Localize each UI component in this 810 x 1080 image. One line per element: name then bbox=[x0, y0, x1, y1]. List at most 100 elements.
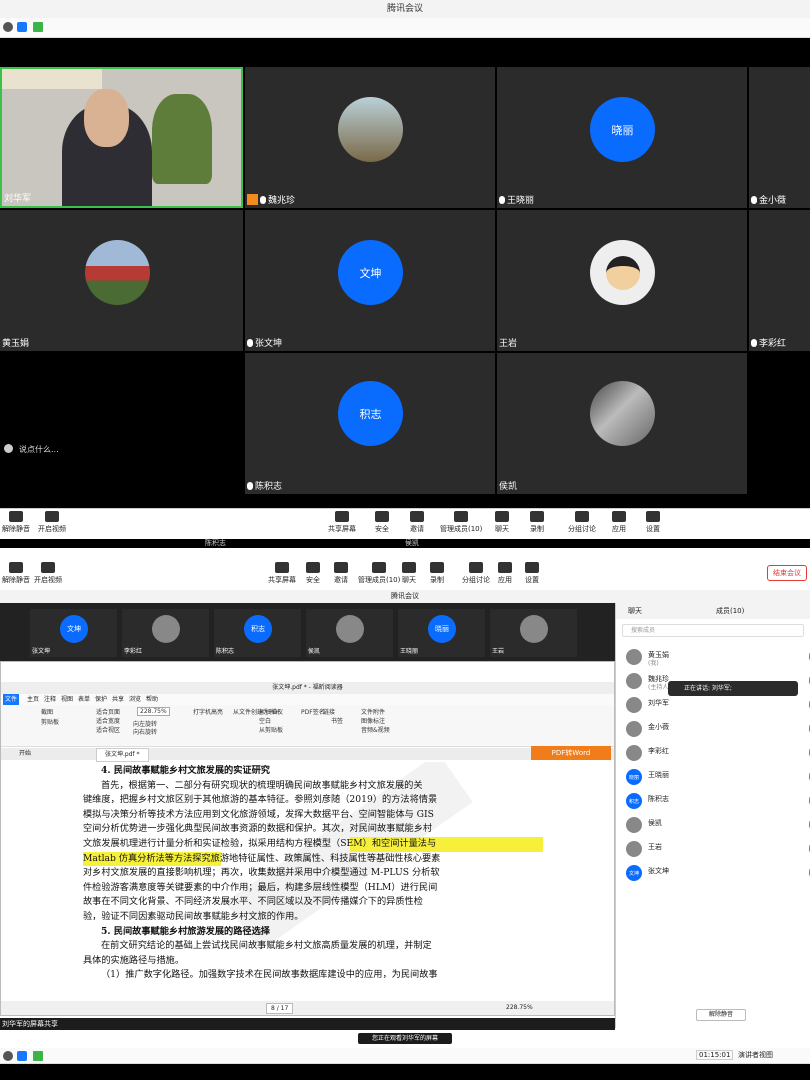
share-screen-button[interactable]: 共享屏幕 bbox=[328, 511, 356, 534]
ribbon-button[interactable]: PDF签名 bbox=[301, 707, 325, 716]
security-button[interactable]: 安全 bbox=[306, 562, 320, 585]
apps-button[interactable]: 应用 bbox=[612, 511, 626, 534]
pdf-menu-tab[interactable]: 注释 bbox=[44, 694, 56, 705]
manage-members-button[interactable]: 管理成员(10) bbox=[440, 511, 482, 534]
smile-icon[interactable] bbox=[4, 444, 13, 453]
member-item[interactable]: 文坤 张文坤 bbox=[626, 863, 810, 883]
member-item[interactable]: 侯凯 bbox=[626, 815, 810, 835]
ribbon-button[interactable]: 音频&视频 bbox=[361, 725, 390, 734]
avatar bbox=[626, 721, 642, 737]
share-screen-button[interactable]: 共享屏幕 bbox=[268, 562, 296, 585]
view-switch[interactable]: 演讲者视图 bbox=[738, 1050, 773, 1060]
unmute-button[interactable]: 解除静音 bbox=[2, 562, 30, 585]
member-item[interactable]: 黄玉娟 (我) bbox=[626, 647, 810, 667]
record-button[interactable]: 录制 bbox=[530, 511, 544, 534]
pdf-menu-tab[interactable]: 视图 bbox=[61, 694, 73, 705]
member-search[interactable]: 搜索成员 bbox=[622, 624, 804, 637]
video-tile[interactable]: 魏兆珍 bbox=[245, 67, 495, 208]
member-item[interactable]: 王岩 bbox=[626, 839, 810, 859]
video-tile[interactable]: 刘华军 bbox=[0, 67, 243, 208]
start-video-button[interactable]: 开启视频 bbox=[38, 511, 66, 534]
thumbnail-tile[interactable]: 王岩 bbox=[490, 609, 577, 657]
thumbnail-tile[interactable]: 侯凯 bbox=[306, 609, 393, 657]
unmute-button[interactable]: 解除静音 bbox=[2, 511, 30, 534]
pdf-menu-tab[interactable]: 主页 bbox=[27, 694, 39, 705]
video-tile[interactable]: 王岩 bbox=[497, 210, 747, 351]
signal-icon[interactable] bbox=[33, 22, 43, 32]
thumbnail-tile[interactable]: 李彩红 bbox=[122, 609, 209, 657]
tab-start[interactable]: 开始 bbox=[19, 748, 31, 760]
video-tile[interactable]: 黄玉娟 bbox=[0, 210, 243, 351]
manage-members-button[interactable]: 管理成员(10) bbox=[358, 562, 400, 585]
shield-icon[interactable] bbox=[17, 1051, 27, 1061]
ribbon-button[interactable]: 从扫描仪 bbox=[259, 707, 283, 716]
ribbon-button[interactable]: 图像标注 bbox=[361, 716, 385, 725]
pdf-titlebar: 张文坤.pdf * - 福昕阅读器 bbox=[1, 682, 614, 694]
pdf-menu-tab[interactable]: 保护 bbox=[95, 694, 107, 705]
settings-button[interactable]: 设置 bbox=[525, 562, 539, 585]
tab-file[interactable]: 张文坤.pdf * bbox=[96, 748, 149, 762]
info-icon[interactable] bbox=[3, 22, 13, 32]
chat-button[interactable]: 聊天 bbox=[495, 511, 509, 534]
member-item[interactable]: 晓丽 王晓丽 bbox=[626, 767, 810, 787]
pdf-menu-tab[interactable]: 共享 bbox=[112, 694, 124, 705]
document-page: 4. 民间故事赋能乡村文旅发展的实证研究 首先，根据第一、二部分有研究现状的梳理明… bbox=[79, 762, 543, 1000]
pdf-menu-tab[interactable]: 浏览 bbox=[129, 694, 141, 705]
avatar bbox=[626, 649, 642, 665]
thumbnail-tile[interactable]: 晓丽 王晓丽 bbox=[398, 609, 485, 657]
shield-icon[interactable] bbox=[17, 22, 27, 32]
menu-file[interactable]: 文件 bbox=[3, 694, 20, 705]
pdf-menu-tab[interactable]: 表单 bbox=[78, 694, 90, 705]
video-tile[interactable]: 晓丽 王晓丽 bbox=[497, 67, 747, 208]
thumbnail-tile[interactable]: 文坤 张文坤 bbox=[30, 609, 117, 657]
invite-button[interactable]: 邀请 bbox=[410, 511, 424, 534]
zoom-field[interactable]: 228.75% bbox=[137, 707, 170, 716]
video-tile[interactable]: 侯凯 bbox=[497, 353, 747, 494]
thumbnail-tile[interactable]: 积志 陈积志 bbox=[214, 609, 301, 657]
ribbon-button[interactable]: 空白 bbox=[259, 716, 271, 725]
ribbon-button[interactable]: 适合视区 bbox=[96, 725, 120, 734]
video-tile[interactable]: 金小薇 bbox=[749, 67, 810, 208]
chat-button[interactable]: 聊天 bbox=[402, 562, 416, 585]
ribbon-button[interactable]: 高亮 bbox=[211, 707, 223, 716]
camera-off-icon bbox=[45, 511, 59, 522]
video-tile[interactable]: 李彩红 bbox=[749, 210, 810, 351]
pdf-to-word-button[interactable]: PDF转Word bbox=[531, 746, 611, 760]
apps-button[interactable]: 应用 bbox=[498, 562, 512, 585]
invite-button[interactable]: 邀请 bbox=[334, 562, 348, 585]
viewing-banner: 您正在观看刘华军的屏幕 bbox=[358, 1033, 452, 1044]
status-zoom[interactable]: 228.75% bbox=[506, 1001, 533, 1015]
page-indicator[interactable]: 8 / 17 bbox=[266, 1003, 294, 1014]
info-icon[interactable] bbox=[3, 1051, 13, 1061]
ribbon-button[interactable]: 剪贴板 bbox=[41, 717, 59, 726]
tab-members[interactable]: 成员(10) bbox=[716, 603, 744, 619]
tab-chat[interactable]: 聊天 bbox=[628, 603, 642, 619]
member-item[interactable]: 李彩红 bbox=[626, 743, 810, 763]
ribbon-button[interactable]: 从剪贴板 bbox=[259, 725, 283, 734]
ribbon-button[interactable]: 打字机 bbox=[193, 707, 211, 716]
member-item[interactable]: 金小薇 bbox=[626, 719, 810, 739]
settings-button[interactable]: 设置 bbox=[646, 511, 660, 534]
ribbon-button[interactable]: 截图 bbox=[41, 707, 53, 716]
ribbon-button[interactable]: 适合页面 bbox=[96, 707, 120, 716]
record-button[interactable]: 录制 bbox=[430, 562, 444, 585]
end-meeting-button[interactable]: 结束会议 bbox=[767, 565, 807, 581]
video-tile[interactable]: 文坤 张文坤 bbox=[245, 210, 495, 351]
start-video-button[interactable]: 开启视频 bbox=[34, 562, 62, 585]
ribbon-button[interactable]: 链接 bbox=[323, 707, 335, 716]
breakout-button[interactable]: 分组讨论 bbox=[462, 562, 490, 585]
document-line: 在前文研究结论的基础上尝试找民间故事赋能乡村文旅高质量发展的机理，并制定 bbox=[101, 940, 432, 952]
ribbon-button[interactable]: 书签 bbox=[331, 716, 343, 725]
member-item[interactable]: 刘华军 bbox=[626, 695, 810, 715]
unmute-all-button[interactable]: 解除静音 bbox=[696, 1009, 746, 1021]
ribbon-button[interactable]: 向右旋转 bbox=[133, 727, 157, 736]
video-tile[interactable]: 积志 陈积志 bbox=[245, 353, 495, 494]
pdf-menu-tab[interactable]: 帮助 bbox=[146, 694, 158, 705]
chat-input[interactable]: 说点什么... bbox=[4, 442, 94, 458]
ribbon-button[interactable]: 适合宽度 bbox=[96, 716, 120, 725]
ribbon-button[interactable]: 文件附件 bbox=[361, 707, 385, 716]
member-item[interactable]: 积志 陈积志 bbox=[626, 791, 810, 811]
security-button[interactable]: 安全 bbox=[375, 511, 389, 534]
breakout-button[interactable]: 分组讨论 bbox=[568, 511, 596, 534]
signal-icon[interactable] bbox=[33, 1051, 43, 1061]
